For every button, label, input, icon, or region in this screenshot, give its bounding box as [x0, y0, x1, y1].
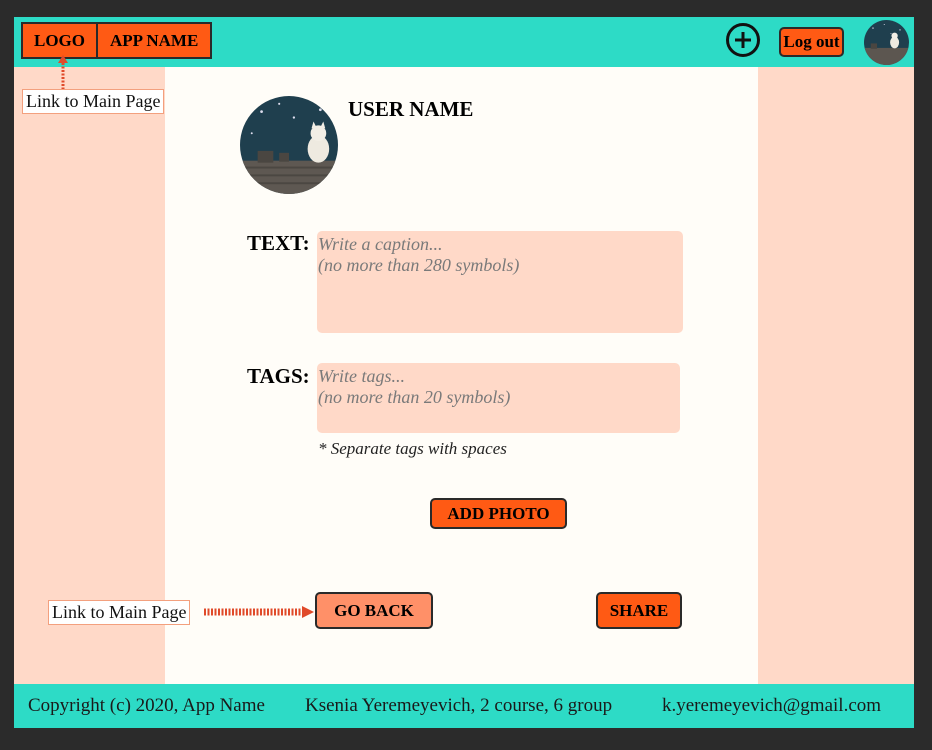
footer-copyright: Copyright (c) 2020, App Name	[28, 695, 265, 716]
logo-link-note: Link to Main Page	[22, 89, 165, 114]
tags-placeholder-line2: (no more than 20 symbols)	[318, 387, 511, 407]
go-back-link-note: Link to Main Page	[48, 600, 191, 625]
plus-circle-icon	[735, 32, 751, 48]
logo-note-arrow	[58, 55, 68, 89]
user-avatar-large	[240, 96, 338, 194]
logout-button[interactable]: Log out	[779, 27, 844, 57]
avatar-image-large	[240, 96, 338, 194]
go-back-button[interactable]: GO BACK	[315, 592, 433, 629]
app-name-link[interactable]: APP NAME	[98, 24, 210, 57]
footer-author: Ksenia Yeremeyevich, 2 course, 6 group	[305, 695, 613, 716]
page-frame: LOGO APP NAME Log out Link to Main Page …	[14, 17, 914, 728]
top-navbar: LOGO APP NAME Log out	[14, 17, 914, 67]
avatar-image	[864, 20, 909, 65]
share-button[interactable]: SHARE	[596, 592, 682, 629]
add-post-button[interactable]	[726, 23, 760, 57]
logo-link[interactable]: LOGO	[23, 24, 99, 57]
text-label: TEXT:	[247, 231, 310, 255]
tags-textarea[interactable]: Write tags... (no more than 20 symbols)	[317, 363, 680, 433]
user-avatar-small[interactable]	[864, 20, 909, 65]
footer-email: k.yeremeyevich@gmail.com	[662, 695, 882, 716]
tags-hint: * Separate tags with spaces	[318, 439, 507, 458]
go-back-note-arrow	[204, 606, 314, 618]
tags-label: TAGS:	[247, 364, 310, 388]
caption-textarea[interactable]: Write a caption... (no more than 280 sym…	[317, 231, 683, 333]
add-photo-button[interactable]: ADD PHOTO	[430, 498, 567, 529]
footer: Copyright (c) 2020, App Name Ksenia Yere…	[14, 684, 914, 728]
logo-group[interactable]: LOGO APP NAME	[21, 22, 213, 59]
caption-placeholder-line2: (no more than 280 symbols)	[318, 255, 520, 275]
caption-placeholder-line1: Write a caption...	[318, 234, 443, 254]
tags-placeholder-line1: Write tags...	[318, 366, 406, 386]
user-name: USER NAME	[348, 97, 474, 121]
